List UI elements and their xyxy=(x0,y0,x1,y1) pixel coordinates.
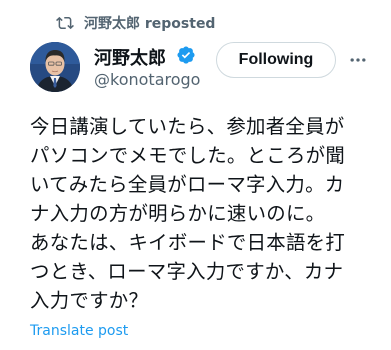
tweet-text-line: パソコンでメモでした。ところが聞 xyxy=(30,144,346,167)
tweet-text-line: あなたは、キイボードで日本語を打 xyxy=(30,231,346,254)
more-icon xyxy=(350,58,366,62)
tweet-text-line: ナ入力の方が明らかに速いのに。 xyxy=(30,202,326,225)
more-button[interactable] xyxy=(346,48,370,72)
tweet-text-line: いてみたら全員がローマ字入力。カ xyxy=(30,173,345,196)
tweet-text: 今日講演していたら、参加者全員が パソコンでメモでした。ところが聞 いてみたら全… xyxy=(30,112,382,315)
translate-post-link[interactable]: Translate post xyxy=(30,323,128,339)
repost-context-text[interactable]: 河野太郎 reposted xyxy=(84,13,215,33)
repost-icon xyxy=(56,16,74,30)
tweet-text-line: 入力ですか？ xyxy=(30,289,149,312)
following-button[interactable]: Following xyxy=(216,42,336,78)
tweet-text-line: つとき、ローマ字入力ですか、カナ xyxy=(30,260,344,283)
avatar[interactable] xyxy=(30,42,80,92)
author-name[interactable]: 河野太郎 xyxy=(94,44,166,70)
author-handle[interactable]: @konotarogo xyxy=(94,70,206,89)
avatar-photo xyxy=(30,42,80,92)
tweet-text-line: 今日講演していたら、参加者全員が xyxy=(30,115,345,138)
verified-badge-icon xyxy=(177,46,195,64)
